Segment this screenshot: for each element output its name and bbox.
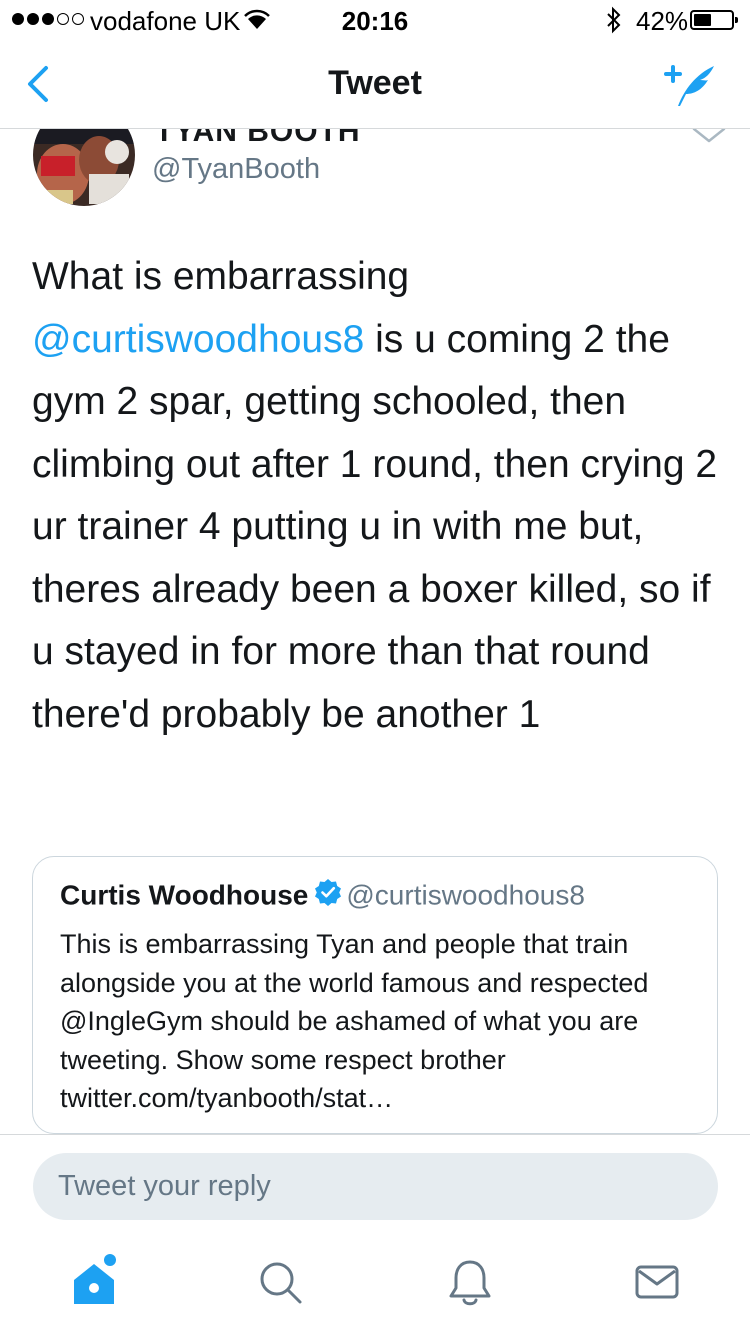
search-icon [260,1262,302,1304]
mention-link[interactable]: @curtiswoodhous8 [32,318,364,361]
compose-quill-icon [664,65,714,106]
quoted-tweet-header: Curtis Woodhouse @curtiswoodhous8 [60,877,585,914]
tab-home[interactable] [64,1252,124,1312]
verified-badge-icon [314,878,342,914]
avatar[interactable] [33,129,135,206]
tab-search[interactable] [250,1252,310,1312]
quoted-author-name: Curtis Woodhouse [60,879,309,911]
tweet-author-name: TYAN BOOTH [155,129,361,148]
navigation-bar: Tweet [0,40,750,129]
tweet-text-part: is u coming 2 the gym 2 spar, getting sc… [32,317,718,736]
battery-percentage: 42% [636,6,689,36]
page-title: Tweet [328,64,422,102]
tweet-header: TYAN BOOTH @TyanBooth [0,129,750,219]
tweet-text-part: What is embarrassing [32,255,410,298]
envelope-icon [635,1265,679,1299]
quoted-tweet-card[interactable]: Curtis Woodhouse @curtiswoodhous8 This is… [32,856,718,1134]
tweet-options-chevron-icon[interactable] [690,129,728,152]
home-icon [74,1254,116,1304]
quoted-tweet-text: This is embarrassing Tyan and people tha… [60,929,649,1113]
tab-notifications[interactable] [440,1252,500,1312]
battery-icon [690,10,738,30]
bell-icon [449,1260,491,1306]
bluetooth-icon [605,6,623,39]
status-bar: vodafone UK 20:16 42% [0,0,750,40]
divider [0,1134,750,1135]
quoted-author-username: @curtiswoodhous8 [346,879,585,911]
tab-messages[interactable] [627,1252,687,1312]
reply-input[interactable] [33,1153,718,1220]
tab-bar [0,1240,750,1334]
compose-tweet-button[interactable] [662,60,722,112]
tweet-author-username: @TyanBooth [152,153,321,185]
tweet-text: What is embarrassing @curtiswoodhous8 is… [32,246,722,746]
